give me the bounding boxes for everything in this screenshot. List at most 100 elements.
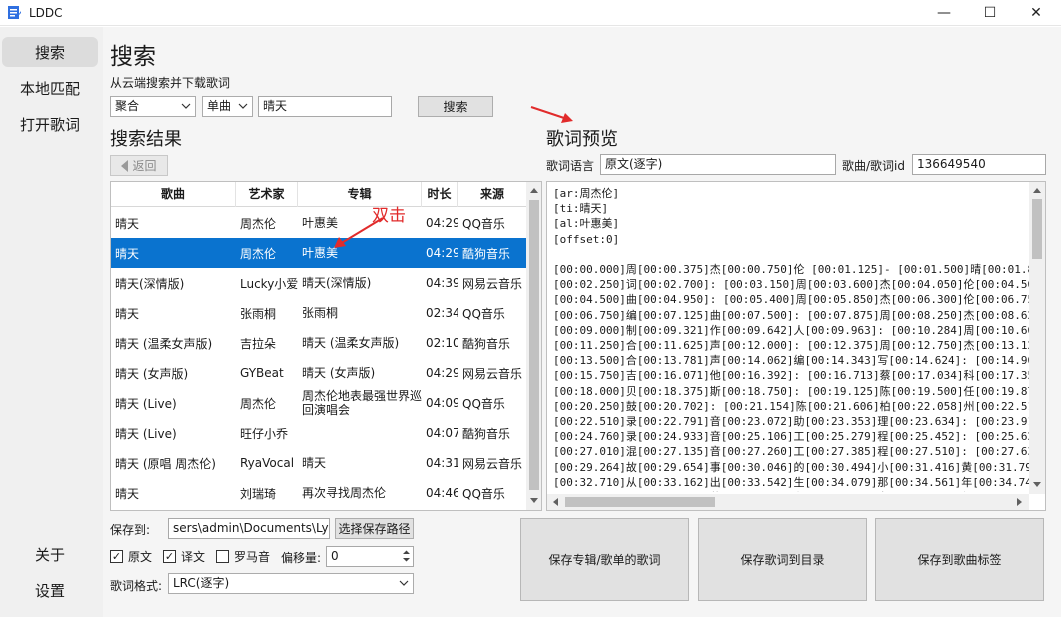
checkbox-translation[interactable]: ✓ 译文 [163,548,205,565]
cell-artist: 周杰伦 [240,396,277,411]
back-button[interactable]: 返回 [110,155,168,176]
lyrics-vertical-scrollbar[interactable] [1029,182,1045,494]
table-row[interactable]: 晴天 (Live) 旺仔小乔 04:07 酷狗音乐 [111,418,526,448]
table-row[interactable]: 晴天(深情版) Lucky小爱 晴天(深情版) 04:39 网易云音乐 [111,268,526,298]
table-row[interactable]: 晴天 (女声版) GYBeat 晴天 (女声版) 04:29 网易云音乐 [111,358,526,388]
scroll-down-icon[interactable] [1033,482,1041,488]
minimize-button[interactable]: — [921,0,967,26]
sidebar-item-about[interactable]: 关于 [2,539,98,569]
save-lyrics-to-dir-button[interactable]: 保存歌词到目录 [698,518,867,601]
type-select[interactable]: 单曲 [202,96,253,117]
results-title: 搜索结果 [110,129,182,150]
column-header-source[interactable]: 来源 [458,182,526,207]
cell-album: 晴天(深情版) [302,276,372,290]
save-album-lyrics-button[interactable]: 保存专辑/歌单的歌词 [520,518,689,601]
cell-artist: RyaVocal [240,456,295,470]
choose-save-path-button[interactable]: 选择保存路径 [335,518,414,539]
checkbox-original-label: 原文 [128,550,153,564]
chevron-down-icon [181,103,191,109]
cell-song: 晴天 [115,486,140,501]
results-scroll-thumb[interactable] [529,200,539,490]
spin-arrows-icon[interactable] [402,549,411,563]
save-to-tag-button[interactable]: 保存到歌曲标签 [875,518,1044,601]
table-row[interactable]: 晴天 周杰伦 叶惠美 04:29 QQ音乐 [111,208,526,238]
cell-duration: 04:07 [426,426,458,440]
sidebar-item-search[interactable]: 搜索 [2,37,98,67]
sidebar-item-settings[interactable]: 设置 [2,575,98,605]
scroll-left-icon[interactable] [552,498,558,506]
column-header-artist[interactable]: 艺术家 [236,182,298,207]
checkbox-romaji[interactable]: 罗马音 [216,548,270,565]
cell-song: 晴天 [115,246,140,261]
table-row[interactable]: 晴天 (原唱 周杰伦) RyaVocal 晴天 04:31 网易云音乐 [111,448,526,478]
table-row[interactable]: 晴天 (温柔女声版) 吉拉朵 晴天 (温柔女声版) 02:10 酷狗音乐 [111,328,526,358]
lyrics-horizontal-scrollbar[interactable] [547,494,1029,510]
sidebar-item-open-lyrics[interactable]: 打开歌词 [2,109,98,139]
source-select[interactable]: 聚合 [110,96,196,117]
search-button[interactable]: 搜索 [418,96,493,117]
cell-source: QQ音乐 [462,216,505,231]
checkbox-original-box[interactable]: ✓ [110,550,123,563]
save-to-label: 保存到: [110,523,151,537]
table-row[interactable]: 晴天 (Live) 周杰伦 周杰伦地表最强世界巡回演唱会 04:09 QQ音乐 [111,388,526,418]
maximize-button[interactable]: ☐ [967,0,1013,26]
checkbox-translation-box[interactable]: ✓ [163,550,176,563]
scroll-right-icon[interactable] [1017,498,1023,506]
sidebar-item-local-match[interactable]: 本地匹配 [2,73,98,103]
cell-duration: 04:09 [426,396,458,410]
column-header-song[interactable]: 歌曲 [111,182,236,207]
cell-artist: 刘瑞琦 [240,486,277,501]
table-row[interactable]: 晴天 刘瑞琦 再次寻找周杰伦 04:46 QQ音乐 [111,478,526,508]
cell-duration: 04:29 [426,216,458,230]
checkbox-original[interactable]: ✓ 原文 [110,548,152,565]
table-row[interactable]: 晴天 周杰伦 叶惠美 04:29 酷狗音乐 [111,238,526,268]
page-subtitle: 从云端搜索并下载歌词 [110,76,231,90]
cell-song: 晴天 (女声版) [115,366,189,381]
offset-spinbox[interactable]: 0 [326,546,414,567]
scroll-up-icon[interactable] [1033,187,1041,193]
lyrics-scroll-thumb[interactable] [1032,199,1042,259]
offset-label: 偏移量: [281,551,322,565]
cell-duration: 04:46 [426,486,458,500]
song-id-label: 歌曲/歌词id [842,159,905,173]
cell-artist: Lucky小爱 [240,276,298,291]
song-id-field[interactable]: 136649540 [912,154,1046,175]
results-table: 歌曲 艺术家 专辑 时长 来源 晴天 周杰伦 叶惠美 04:29 QQ音乐 晴天 周杰伦 叶惠… [110,181,542,511]
cell-song: 晴天 (Live) [115,396,177,411]
cell-duration: 02:10 [426,336,458,350]
back-arrow-icon [121,159,129,172]
maximize-icon: ☐ [983,5,997,21]
cell-duration: 04:29 [426,366,458,380]
cell-song: 晴天 [115,306,140,321]
close-button[interactable]: ✕ [1013,0,1059,26]
table-row[interactable]: 晴天 张雨桐 张雨桐 02:34 QQ音乐 [111,298,526,328]
search-input[interactable]: 晴天 [258,96,392,117]
checkbox-romaji-box[interactable] [216,550,229,563]
scroll-up-icon[interactable] [530,187,538,193]
source-select-value: 聚合 [115,99,140,113]
cell-duration: 04:29 [426,246,458,260]
results-scrollbar[interactable] [526,182,541,510]
lyrics-hscroll-thumb[interactable] [565,497,715,507]
minimize-icon: — [937,5,951,21]
cell-duration: 04:39 [426,276,458,290]
cell-song: 晴天 (原唱 周杰伦) [115,456,216,471]
cell-duration: 04:31 [426,456,458,470]
lyrics-language-field[interactable]: 原文(逐字) [600,154,836,175]
cell-source: 酷狗音乐 [462,246,511,261]
app-icon [8,6,21,19]
type-select-value: 单曲 [207,99,232,113]
cell-source: 酷狗音乐 [462,336,511,351]
save-path-field[interactable]: sers\admin\Documents\Lyrics [168,518,330,539]
annotation-arrow-icon [530,106,573,123]
chevron-down-icon [238,103,248,109]
cell-artist: GYBeat [240,366,284,380]
cell-artist: 周杰伦 [240,216,277,231]
cell-album [298,418,422,448]
cell-source: 网易云音乐 [462,276,523,291]
format-select[interactable]: LRC(逐字) [168,573,414,594]
lyrics-preview[interactable]: [ar:周杰伦] [ti:晴天] [al:叶惠美] [offset:0] [00… [546,181,1046,511]
scroll-down-icon[interactable] [530,498,538,504]
column-header-duration[interactable]: 时长 [422,182,458,207]
cell-artist: 吉拉朵 [240,336,277,351]
